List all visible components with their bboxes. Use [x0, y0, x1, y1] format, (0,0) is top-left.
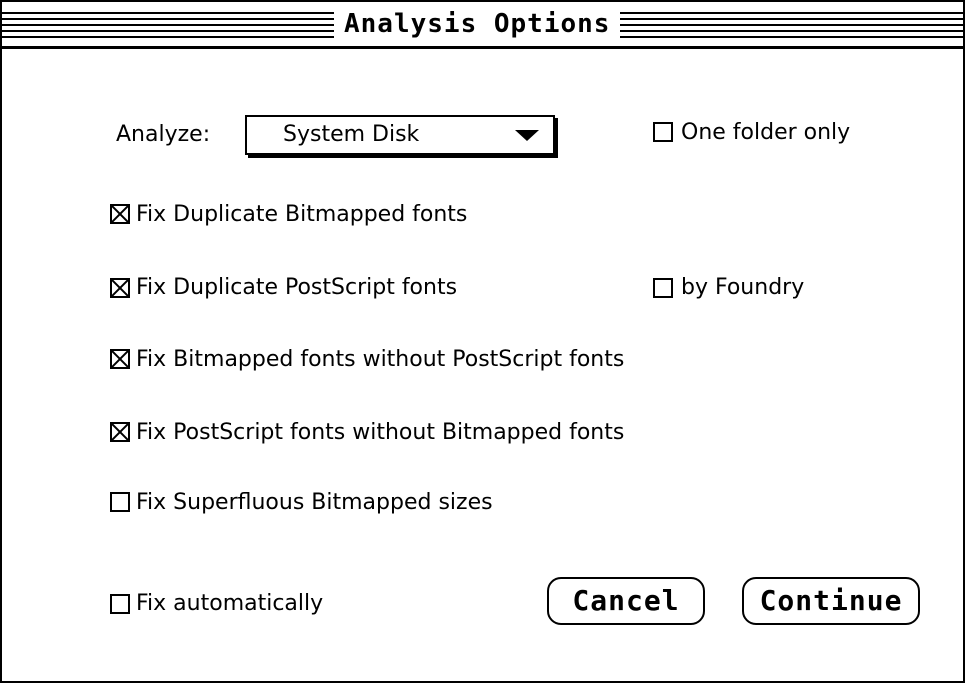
analyze-selected-value: System Disk — [283, 122, 420, 147]
analysis-options-dialog: Analysis Options Analyze: System Disk On… — [0, 0, 965, 683]
analyze-popup-menu[interactable]: System Disk — [245, 115, 555, 155]
fix-automatically-checkbox[interactable] — [110, 594, 130, 614]
cancel-button[interactable]: Cancel — [547, 577, 705, 625]
x-cross-icon — [112, 206, 128, 222]
x-cross-icon — [112, 280, 128, 296]
fix-superfluous-sizes-label: Fix Superfluous Bitmapped sizes — [136, 490, 493, 515]
triangle-down-icon — [515, 130, 539, 141]
fix-duplicate-bitmapped-label: Fix Duplicate Bitmapped fonts — [136, 202, 468, 227]
fix-bitmapped-without-postscript-checkbox[interactable] — [110, 349, 130, 369]
by-foundry-label: by Foundry — [681, 275, 805, 300]
fix-automatically-label: Fix automatically — [136, 591, 324, 616]
window-title: Analysis Options — [334, 6, 621, 42]
fix-duplicate-bitmapped-checkbox[interactable] — [110, 204, 130, 224]
one-folder-only-checkbox[interactable] — [653, 122, 673, 142]
analyze-label: Analyze: — [116, 122, 211, 147]
fix-duplicate-postscript-label: Fix Duplicate PostScript fonts — [136, 275, 458, 300]
fix-bitmapped-without-postscript-label: Fix Bitmapped fonts without PostScript f… — [136, 347, 625, 372]
by-foundry-checkbox[interactable] — [653, 278, 673, 298]
continue-button[interactable]: Continue — [742, 577, 920, 625]
fix-superfluous-sizes-checkbox[interactable] — [110, 492, 130, 512]
one-folder-only-label: One folder only — [681, 120, 851, 145]
fix-duplicate-postscript-checkbox[interactable] — [110, 278, 130, 298]
fix-postscript-without-bitmapped-label: Fix PostScript fonts without Bitmapped f… — [136, 420, 625, 445]
x-cross-icon — [112, 424, 128, 440]
fix-postscript-without-bitmapped-checkbox[interactable] — [110, 422, 130, 442]
title-bar[interactable]: Analysis Options — [2, 2, 963, 49]
x-cross-icon — [112, 351, 128, 367]
